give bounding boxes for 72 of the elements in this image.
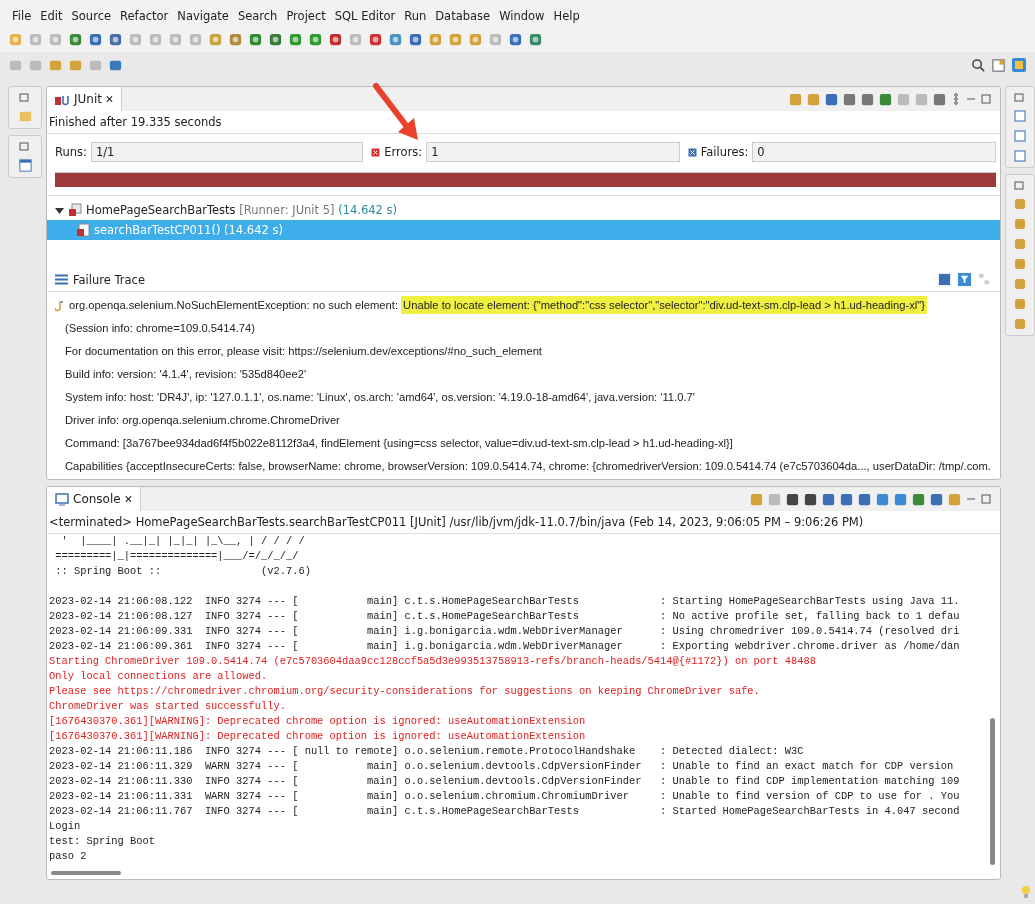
menu-item[interactable]: Project [286,9,326,23]
counter-field: 1/1 [90,142,364,162]
menu-item[interactable]: SQL Editor [334,9,396,23]
trace-line: For documentation on this error, please visit: https://selenium.dev/exceptions/#no_such_element [64,344,543,359]
menu-item[interactable]: Run [404,9,427,23]
menu-item[interactable]: Edit [40,9,63,23]
trace-line: (Session info: chrome=109.0.5414.74) [64,321,256,336]
restore-icon[interactable] [19,91,31,103]
tree-item[interactable]: HomePageSearchBarTests [Runner: JUnit 5] (14.642 s) [47,200,1000,220]
console-line: Please see https://chromedriver.chromium.org/security-considerations for suggestions on keeping ChromeDriver safe. [49,684,761,699]
console-line: Starting ChromeDriver 109.0.5414.74 (e7c5703604daa9cc128ccf5a5d3e993513758913-refs/branch-heads/5414@{#1172}) on port 48488 [49,654,817,669]
console-line: 2023-02-14 21:06:08.127 INFO 3274 --- [ main] c.t.s.HomePageSearchBarTests : No active profile set, falling back to 1 defau [49,609,961,624]
console-line: Login [49,819,82,834]
perspective-icon[interactable] [1011,57,1027,73]
menu-item[interactable]: Search [237,9,278,23]
counter-label: Failures: [700,145,749,159]
counter-label: Runs: [55,145,87,159]
maximize-icon[interactable] [980,493,992,505]
console-line: [1676430370.361][WARNING]: Deprecated chrome option is ignored: useAutomationExtension [49,729,587,744]
menu-item[interactable]: Source [71,9,112,23]
lightbulb-icon[interactable] [1021,885,1031,899]
close-icon[interactable]: 🗙 [124,491,132,507]
menu-item[interactable]: File [12,9,32,23]
junit-tab[interactable]: JUnit 🗙 [47,87,122,111]
console-line: Only local connections are allowed. [49,669,269,684]
counter-field: 0 [752,142,996,162]
restore-icon[interactable] [1014,179,1026,191]
console-line: ' |____| .__|_| |_|_| |_\__, | / / / / [60,534,306,549]
restore-icon[interactable] [19,140,31,152]
console-line: =========|_|==============|___/=/_/_/_/ [54,549,300,564]
menu-item[interactable]: Database [435,9,491,23]
trace-line: Driver info: org.openqa.selenium.chrome.ChromeDriver [64,413,341,428]
exception-icon [55,299,63,312]
trace-line: Capabilities {acceptInsecureCerts: false, browserName: chrome, browserVersion: 109.0.5414.74, chrome: {chromedriverVersion: 109.0.5414.74 (e7c5703604da..., userDataDir: /tmp/.com. [64,459,992,474]
close-icon[interactable]: 🗙 [105,91,113,107]
perspective-icon[interactable] [991,57,1006,73]
console-line: 2023-02-14 21:06:08.122 INFO 3274 --- [ main] c.t.s.HomePageSearchBarTests : Starting HomePageSearchBarTests using Java 11. [49,594,961,609]
console-line: ChromeDriver was started successfully. [49,699,287,714]
test-suite-icon [68,203,82,217]
menu-item[interactable]: Navigate [177,9,229,23]
console-line: 2023-02-14 21:06:11.331 WARN 3274 --- [ main] o.o.selenium.chromium.ChromiumDriver : Unable to find version of CDP to use for . You [49,789,961,804]
menu-item[interactable]: Window [499,9,545,23]
trace-line: Command: [3a767bee934dad6f4f5b022e8112f3a4, findElement {using=css selector, value=div.ud-text-sm.clp-lead > h1.ud-heading-xl}] [64,436,734,451]
console-tab[interactable]: Console 🗙 [47,487,141,511]
counter-label: Errors: [384,145,423,159]
console-line: 2023-02-14 21:06:11.767 INFO 3274 --- [ main] c.t.s.HomePageSearchBarTests : Started HomePageSearchBarTests in 4.047 second [49,804,961,819]
menu-item[interactable]: Help [553,9,580,23]
failure-icon [687,147,697,157]
trace-line: System info: host: 'DR4J', ip: '127.0.1.1', os.name: 'Linux', os.arch: 'amd64', os.version: '4.19.0-18-amd64', java.version: '11.0.7' [64,390,696,405]
scrollbar-thumb[interactable] [990,718,995,865]
console-line: [1676430370.361][WARNING]: Deprecated chrome option is ignored: useAutomationExtension [49,714,587,729]
console-line: 2023-02-14 21:06:09.331 INFO 3274 --- [ main] i.g.bonigarcia.wdm.WebDriverManager : Using chromedriver 109.0.5414.74 (resolved dri [49,624,961,639]
menu-item[interactable]: Refactor [120,9,169,23]
console-line: 2023-02-14 21:06:11.329 WARN 3274 --- [ main] o.o.selenium.devtools.CdpVersionFinder : Unable to find an exact match for CDP version [49,759,955,774]
console-line: 2023-02-14 21:06:11.330 INFO 3274 --- [ main] o.o.selenium.devtools.CdpVersionFinder : Unable to find CDP implementation matching 109 [49,774,961,789]
console-line: 2023-02-14 21:06:11.186 INFO 3274 --- [ null to remote] o.o.selenium.remote.ProtocolHandshake : Detected dialect: W3C [49,744,805,759]
section-title: Failure Trace [73,272,145,287]
restore-icon[interactable] [1014,91,1026,103]
test-error-icon [77,223,90,237]
filter-icon[interactable] [957,272,972,287]
maximize-icon[interactable] [980,93,992,105]
scrollbar-thumb[interactable] [51,871,121,875]
console-line: test: Spring Boot [49,834,156,849]
trace-line: Build info: version: '4.1.4', revision: '535d840ee2' [64,367,308,382]
console-line: paso 2 [49,849,88,864]
process-description: <terminated> HomePageSearchBarTests.searchBarTestCP011 [JUnit] /usr/lib/jvm/jdk-11.0.7/bin/java (Feb 14, 2023, 9:06:05 PM – 9:06:26 PM) [48,514,865,531]
window-icon[interactable] [17,158,33,173]
console-line: :: Spring Boot :: (v2.7.6) [54,564,312,579]
counter-field: 1 [426,142,680,162]
console-line: 2023-02-14 21:06:09.361 INFO 3274 --- [ main] i.g.bonigarcia.wdm.WebDriverManager : Exporting webdriver.chrome.driver as /home/dan [49,639,961,654]
expanded-caret-icon[interactable] [55,205,64,215]
trace-line: org.openqa.selenium.NoSuchElementException: no such element: Unable to locate element: {"method":"css selector","selector":"div.ud-text-sm.clp-lead > h1.ud-heading-xl"} [51,294,1000,317]
